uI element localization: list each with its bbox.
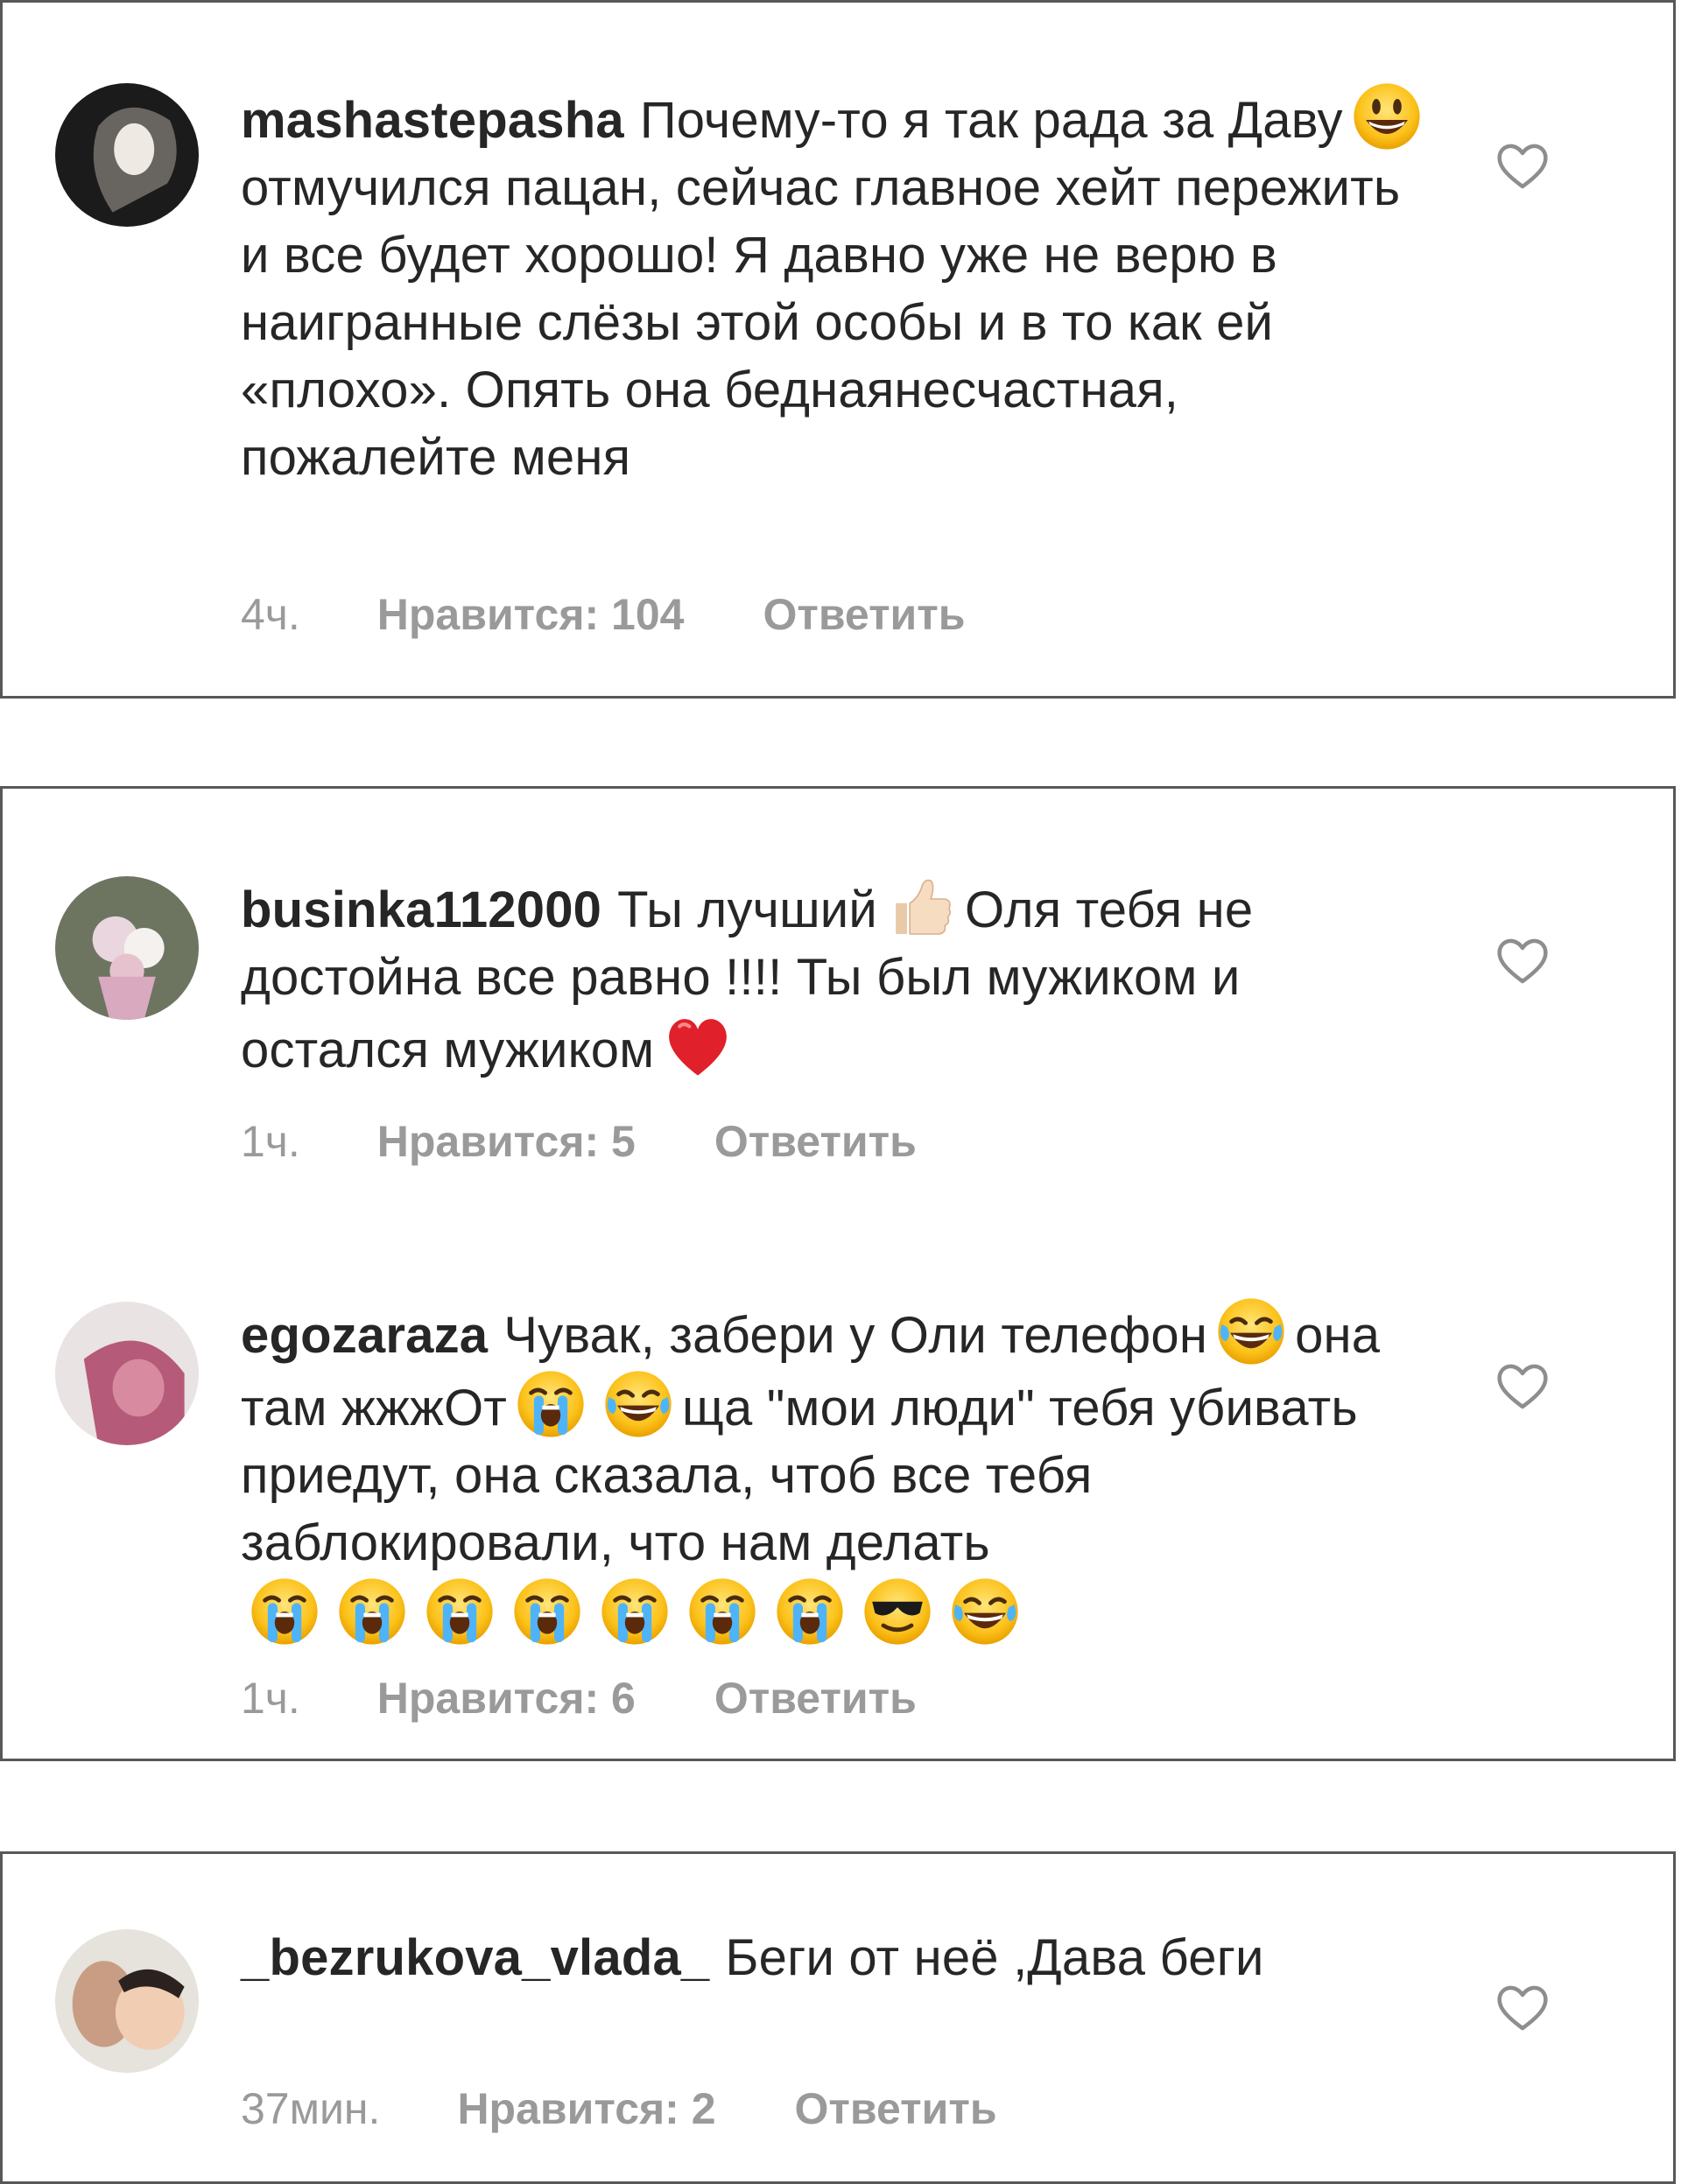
comment-card-1: mashastepasha Почему-то я так рада за Дав…	[0, 0, 1676, 699]
thumbs-up-emoji	[886, 871, 956, 941]
loudly-crying-emoji	[687, 1577, 757, 1647]
comment-body: Чувак, забери у Оли телефон	[503, 1307, 1208, 1364]
avatar-photo	[55, 1929, 199, 2073]
comment-actions: 1ч. Нравится: 5 Ответить	[241, 1116, 917, 1167]
reply-button[interactable]: Ответить	[763, 589, 965, 640]
likes-count[interactable]: Нравится: 2	[457, 2083, 715, 2134]
comment-text: egozaraza Чувак, забери у Оли телефон она …	[241, 1296, 1431, 1649]
tears-of-joy-emoji	[1216, 1296, 1286, 1366]
avatar[interactable]	[55, 876, 199, 1020]
loudly-crying-emoji	[425, 1577, 495, 1647]
timestamp: 1ч.	[241, 1674, 300, 1723]
comment-body: Ты лучший	[617, 881, 877, 938]
avatar-photo	[55, 1302, 199, 1445]
red-heart-emoji	[663, 1011, 733, 1081]
tears-of-joy-emoji	[603, 1369, 673, 1439]
avatar-photo	[55, 83, 199, 227]
comment-text: _bezrukova_vlada_ Беги от неё ,Дава беги	[241, 1924, 1431, 1991]
loudly-crying-emoji	[775, 1577, 845, 1647]
timestamp: 4ч.	[241, 590, 300, 639]
reply-button[interactable]: Ответить	[795, 2083, 997, 2134]
comment-text: mashastepasha Почему-то я так рада за Дав…	[241, 81, 1431, 491]
comment-actions: 37мин. Нравится: 2 Ответить	[241, 2083, 997, 2134]
comment-body: Беги от неё ,Дава беги	[725, 1929, 1264, 1986]
loudly-crying-emoji	[250, 1577, 320, 1647]
username[interactable]: egozaraza	[241, 1307, 488, 1364]
timestamp: 37мин.	[241, 2084, 381, 2133]
comment-text: businka112000 Ты лучший Оля тебя не достой…	[241, 871, 1431, 1084]
username[interactable]: _bezrukova_vlada_	[241, 1929, 709, 1986]
smiley-emoji	[1352, 81, 1422, 151]
tears-of-joy-emoji	[950, 1577, 1020, 1647]
comment-card-2: businka112000 Ты лучший Оля тебя не достой…	[0, 786, 1676, 1761]
comment-card-3: _bezrukova_vlada_ Беги от неё ,Дава беги …	[0, 1851, 1676, 2184]
avatar[interactable]	[55, 83, 199, 227]
likes-count[interactable]: Нравится: 5	[377, 1116, 636, 1167]
reply-button[interactable]: Ответить	[714, 1673, 917, 1724]
avatar[interactable]	[55, 1929, 199, 2073]
username[interactable]: mashastepasha	[241, 92, 624, 149]
comment-actions: 1ч. Нравится: 6 Ответить	[241, 1673, 917, 1724]
like-heart-icon[interactable]	[1495, 1981, 1551, 2033]
likes-count[interactable]: Нравится: 104	[377, 589, 685, 640]
reply-button[interactable]: Ответить	[714, 1116, 917, 1167]
loudly-crying-emoji	[512, 1577, 582, 1647]
comment-body: отмучился пацан, сейчас главное хейт пер…	[241, 159, 1401, 486]
like-heart-icon[interactable]	[1495, 139, 1551, 192]
comment-body: Почему-то я так рада за Даву	[639, 92, 1343, 149]
avatar-photo	[55, 876, 199, 1020]
sunglasses-emoji	[862, 1577, 932, 1647]
likes-count[interactable]: Нравится: 6	[377, 1673, 636, 1724]
avatar[interactable]	[55, 1302, 199, 1445]
loudly-crying-emoji	[337, 1577, 407, 1647]
loudly-crying-emoji	[600, 1577, 670, 1647]
username[interactable]: businka112000	[241, 881, 601, 938]
like-heart-icon[interactable]	[1495, 1359, 1551, 1412]
like-heart-icon[interactable]	[1495, 934, 1551, 987]
loudly-crying-emoji	[516, 1369, 586, 1439]
timestamp: 1ч.	[241, 1117, 300, 1166]
comment-actions: 4ч. Нравится: 104 Ответить	[241, 589, 966, 640]
